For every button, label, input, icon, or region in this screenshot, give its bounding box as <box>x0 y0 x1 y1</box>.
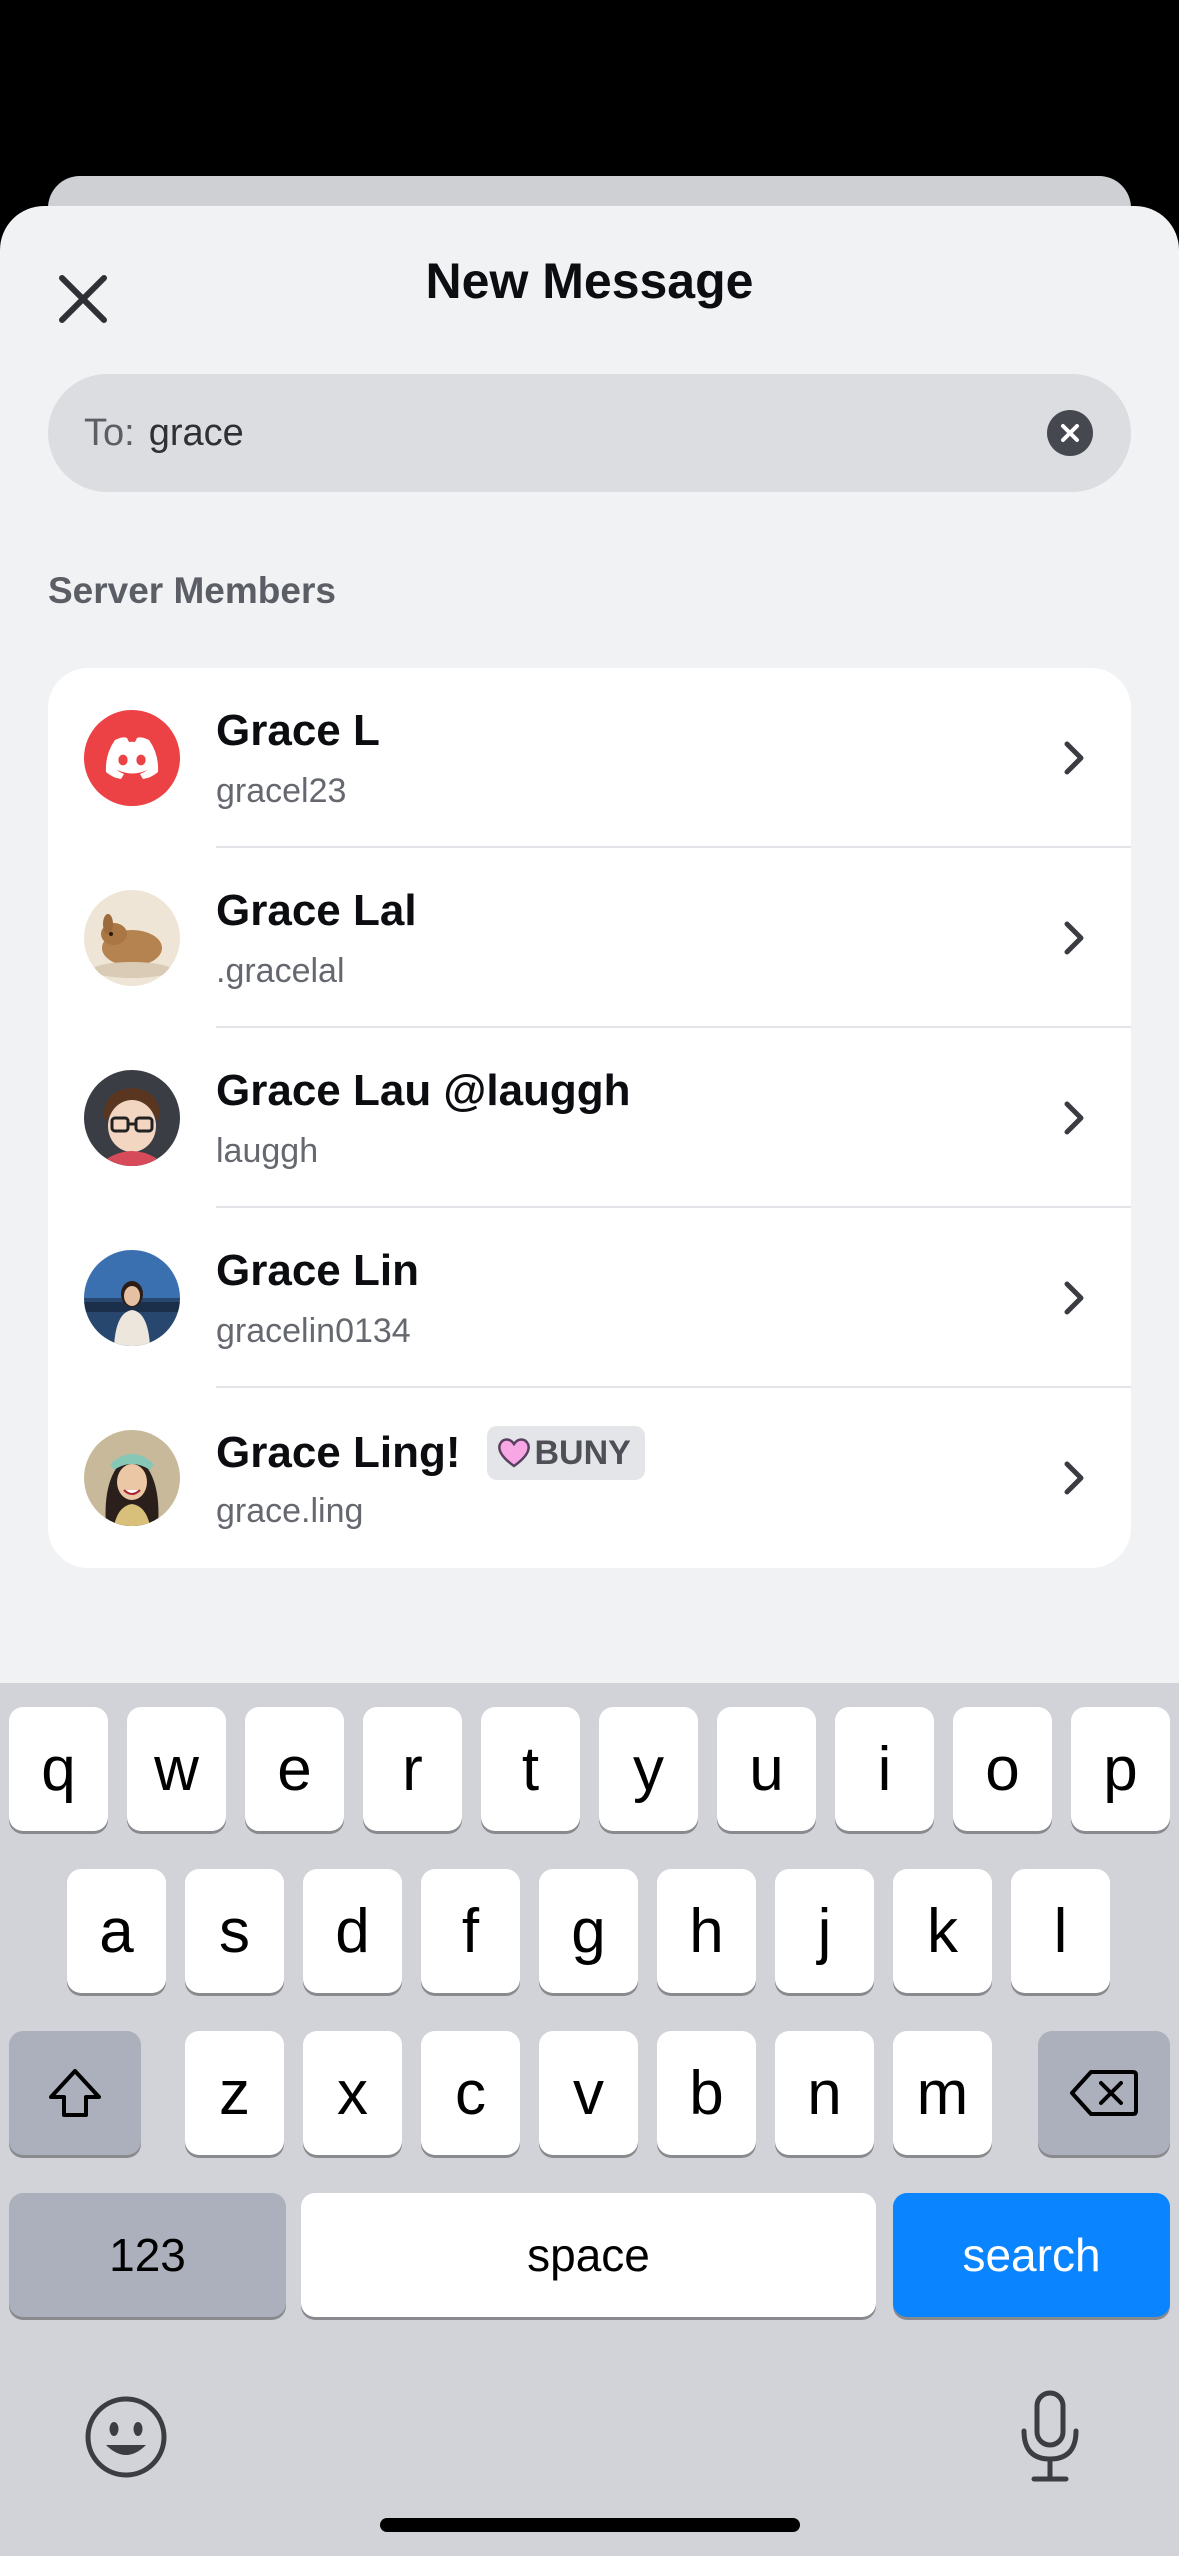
member-name: Grace Lau @lauggh <box>216 1066 631 1115</box>
key-w[interactable]: w <box>127 1707 226 1831</box>
member-name: Grace Ling! <box>216 1428 461 1477</box>
key-f[interactable]: f <box>421 1869 520 1993</box>
pink-heart-icon <box>497 1438 530 1468</box>
member-username: gracel23 <box>216 772 347 810</box>
member-username: lauggh <box>216 1132 319 1170</box>
chevron-right-icon <box>1064 921 1084 955</box>
member-username: grace.ling <box>216 1492 364 1530</box>
chevron-right-icon <box>1064 1461 1084 1495</box>
key-e[interactable]: e <box>245 1707 344 1831</box>
key-b[interactable]: b <box>657 2031 756 2155</box>
space-key[interactable]: space <box>301 2193 876 2317</box>
numbers-key[interactable]: 123 <box>9 2193 286 2317</box>
recipient-input[interactable]: grace <box>149 412 244 455</box>
chevron-right-icon <box>1064 741 1084 775</box>
member-name: Grace Lal <box>216 886 417 935</box>
key-l[interactable]: l <box>1011 1869 1110 1993</box>
key-q[interactable]: q <box>9 1707 108 1831</box>
on-screen-keyboard: q w e r t y u i o p a s d f g h j k l z … <box>0 1683 1179 2556</box>
section-header: Server Members <box>48 570 336 611</box>
chevron-right-icon <box>1064 1281 1084 1315</box>
member-row-grace-lau[interactable]: Grace Lau @lauggh lauggh <box>48 1028 1131 1208</box>
member-name: Grace L <box>216 706 380 755</box>
shift-icon <box>49 2069 101 2117</box>
new-message-sheet: New Message To: grace Server Members Gra… <box>0 206 1179 1686</box>
dictation-button[interactable] <box>1010 2387 1090 2487</box>
key-z[interactable]: z <box>185 2031 284 2155</box>
server-tag-badge: BUNY <box>486 1426 645 1480</box>
key-o[interactable]: o <box>953 1707 1052 1831</box>
member-name: Grace Lin <box>216 1246 419 1295</box>
key-y[interactable]: y <box>599 1707 698 1831</box>
avatar <box>84 1250 180 1346</box>
backspace-icon <box>1070 2070 1138 2116</box>
search-key[interactable]: search <box>893 2193 1170 2317</box>
emoji-icon <box>85 2396 167 2478</box>
member-row-grace-l[interactable]: Grace L gracel23 <box>48 668 1131 848</box>
member-list: Grace L gracel23 Grace Lal .gracelal Gra… <box>48 668 1131 1568</box>
key-a[interactable]: a <box>67 1869 166 1993</box>
to-label: To: <box>84 411 135 454</box>
key-s[interactable]: s <box>185 1869 284 1993</box>
avatar <box>84 890 180 986</box>
clear-icon <box>1061 424 1079 442</box>
key-n[interactable]: n <box>775 2031 874 2155</box>
recipient-search-field[interactable]: To: grace <box>48 374 1131 492</box>
key-x[interactable]: x <box>303 2031 402 2155</box>
shift-key[interactable] <box>9 2031 141 2155</box>
key-t[interactable]: t <box>481 1707 580 1831</box>
clear-button[interactable] <box>1047 410 1093 456</box>
key-p[interactable]: p <box>1071 1707 1170 1831</box>
avatar <box>84 1430 180 1526</box>
person-photo-icon <box>84 1430 180 1526</box>
key-u[interactable]: u <box>717 1707 816 1831</box>
emoji-button[interactable] <box>82 2393 170 2481</box>
key-g[interactable]: g <box>539 1869 638 1993</box>
person-photo-icon <box>84 1250 180 1346</box>
page-title: New Message <box>425 253 754 309</box>
key-d[interactable]: d <box>303 1869 402 1993</box>
status-bar-area <box>0 0 1179 200</box>
backspace-key[interactable] <box>1038 2031 1170 2155</box>
avatar <box>84 710 180 806</box>
member-username: gracelin0134 <box>216 1312 411 1350</box>
avatar <box>84 1070 180 1166</box>
member-row-grace-lal[interactable]: Grace Lal .gracelal <box>48 848 1131 1028</box>
cartoon-glasses-icon <box>84 1070 180 1166</box>
key-v[interactable]: v <box>539 2031 638 2155</box>
member-row-grace-lin[interactable]: Grace Lin gracelin0134 <box>48 1208 1131 1388</box>
key-i[interactable]: i <box>835 1707 934 1831</box>
chevron-right-icon <box>1064 1101 1084 1135</box>
key-k[interactable]: k <box>893 1869 992 1993</box>
key-c[interactable]: c <box>421 2031 520 2155</box>
key-r[interactable]: r <box>363 1707 462 1831</box>
discord-logo-icon <box>105 737 159 779</box>
server-tag-text: BUNY <box>534 1433 631 1472</box>
member-username: .gracelal <box>216 952 345 990</box>
bunny-photo-icon <box>84 890 180 986</box>
key-h[interactable]: h <box>657 1869 756 1993</box>
home-indicator[interactable] <box>380 2518 800 2532</box>
key-m[interactable]: m <box>893 2031 992 2155</box>
microphone-icon <box>1021 2390 1079 2482</box>
key-j[interactable]: j <box>775 1869 874 1993</box>
member-row-grace-ling[interactable]: Grace Ling! BUNY grace.ling <box>48 1388 1131 1568</box>
